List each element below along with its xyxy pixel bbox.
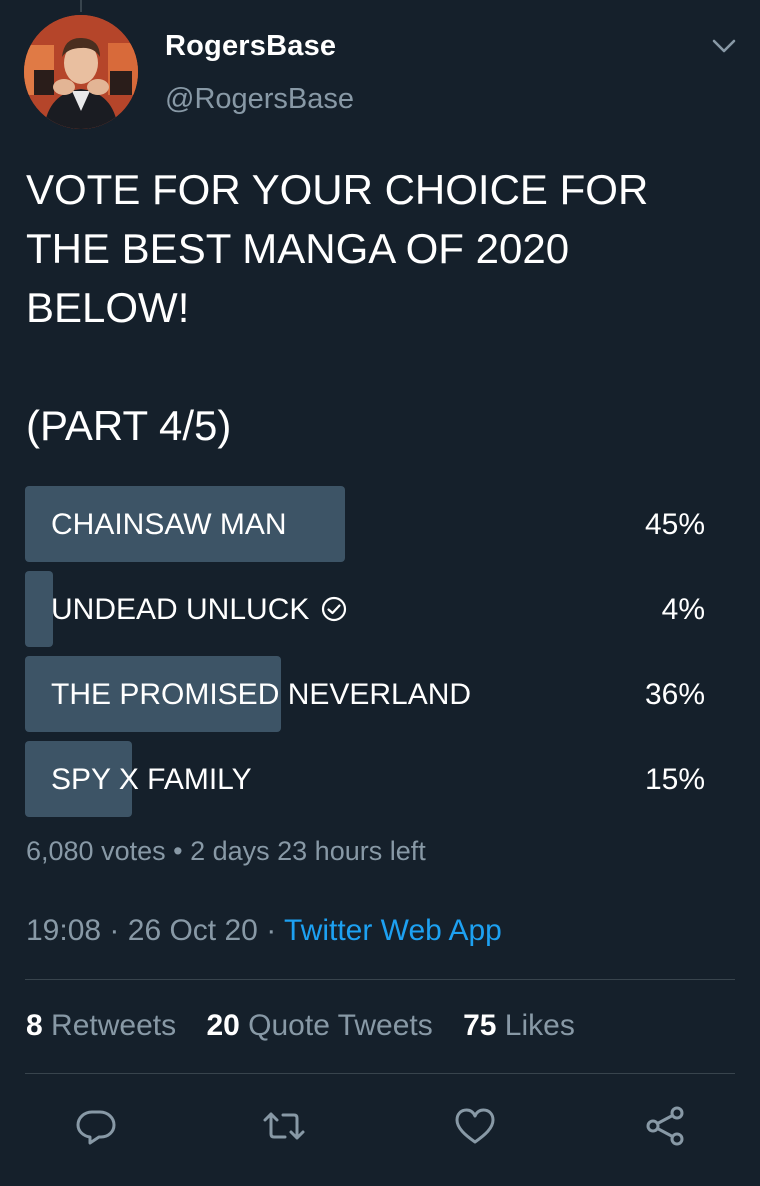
poll-option-label: THE PROMISED NEVERLAND	[51, 678, 472, 711]
check-circle-icon	[321, 574, 347, 622]
poll-option: UNDEAD UNLUCK 4%	[25, 571, 735, 647]
chevron-down-icon[interactable]	[710, 34, 738, 58]
poll-option: THE PROMISED NEVERLAND 36%	[25, 656, 735, 732]
divider	[25, 1073, 735, 1074]
poll-vote-count: 6,080 votes	[26, 836, 166, 866]
poll-option-label: CHAINSAW MAN	[51, 508, 287, 541]
source-app-link[interactable]: Twitter Web App	[284, 914, 502, 947]
retweets-label: Retweets	[51, 1009, 177, 1042]
quote-tweets-stat[interactable]: 20 Quote Tweets	[206, 1009, 432, 1042]
heart-icon[interactable]	[451, 1102, 499, 1150]
reply-icon[interactable]	[72, 1102, 120, 1150]
poll-option: CHAINSAW MAN 45%	[25, 486, 735, 562]
divider	[25, 979, 735, 980]
tweet-timestamp: 19:08 · 26 Oct 20 · Twitter Web App	[26, 914, 502, 948]
tweet-text: VOTE FOR YOUR CHOICE FOR THE BEST MANGA …	[26, 166, 649, 449]
quote-tweets-count: 20	[206, 1009, 240, 1042]
timestamp-separator: ·	[109, 914, 120, 947]
avatar-image	[24, 15, 138, 129]
engagement-stats: 8 Retweets 20 Quote Tweets 75 Likes	[26, 1009, 597, 1043]
poll-option-percent: 15%	[644, 763, 705, 796]
user-handle[interactable]: @RogersBase	[165, 83, 354, 116]
poll-meta: 6,080 votes • 2 days 23 hours left	[26, 836, 426, 867]
poll: CHAINSAW MAN 45% UNDEAD UNLUCK 4% THE PR…	[25, 486, 735, 826]
poll-option-percent: 45%	[644, 508, 705, 541]
meta-separator: •	[173, 836, 183, 866]
poll-option-percent: 4%	[661, 593, 705, 626]
share-icon[interactable]	[641, 1102, 689, 1150]
poll-option-label: SPY X FAMILY	[51, 763, 252, 796]
quote-tweets-label: Quote Tweets	[248, 1009, 433, 1042]
retweets-stat[interactable]: 8 Retweets	[26, 1009, 176, 1042]
poll-result-bar	[25, 571, 54, 647]
likes-stat[interactable]: 75 Likes	[463, 1009, 575, 1042]
tweet-time[interactable]: 19:08	[26, 914, 101, 947]
poll-option: SPY X FAMILY 15%	[25, 741, 735, 817]
retweet-icon[interactable]	[260, 1102, 308, 1150]
tweet-date[interactable]: 26 Oct 20	[128, 914, 258, 947]
poll-option-percent: 36%	[644, 678, 705, 711]
timestamp-separator: ·	[266, 914, 277, 947]
poll-option-label: UNDEAD UNLUCK	[51, 571, 347, 649]
retweets-count: 8	[26, 1009, 43, 1042]
poll-time-left: 2 days 23 hours left	[190, 836, 426, 866]
likes-count: 75	[463, 1009, 497, 1042]
likes-label: Likes	[504, 1009, 575, 1042]
display-name[interactable]: RogersBase	[165, 30, 336, 63]
thread-connector-line	[80, 0, 82, 12]
avatar[interactable]	[24, 15, 138, 129]
poll-option-label-text: UNDEAD UNLUCK	[51, 593, 310, 626]
